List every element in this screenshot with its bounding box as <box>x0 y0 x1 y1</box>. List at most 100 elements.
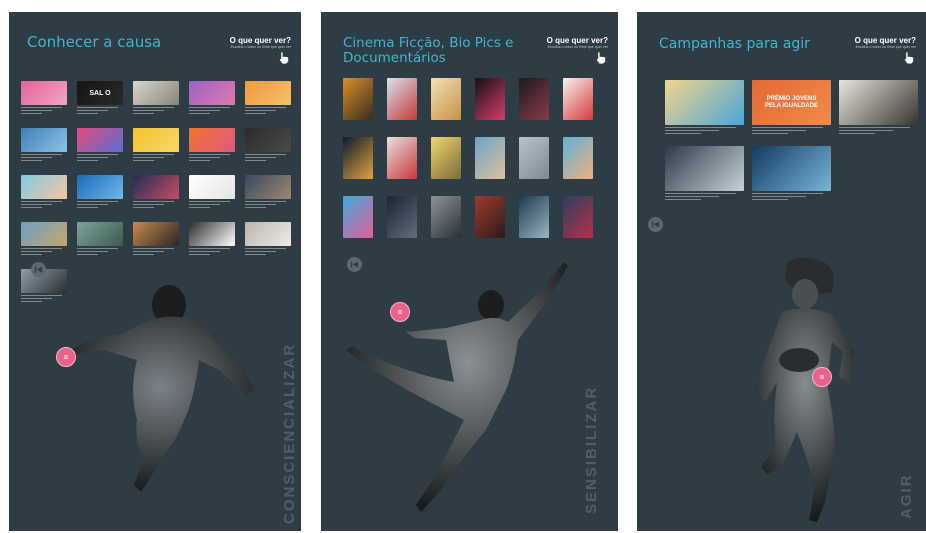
caption-line <box>752 195 806 197</box>
thumbnail[interactable] <box>519 196 549 238</box>
caption-line <box>189 206 211 208</box>
caption-line <box>665 193 737 195</box>
thumbnail[interactable] <box>563 78 593 120</box>
thumbnail[interactable] <box>387 196 417 238</box>
thumbnail[interactable] <box>133 175 179 199</box>
caption-line <box>21 300 43 302</box>
thumbnail[interactable] <box>21 175 67 199</box>
thumbnail[interactable] <box>431 196 461 238</box>
thumbnail[interactable] <box>189 175 235 199</box>
thumbnail[interactable] <box>665 80 744 125</box>
caption-line <box>77 206 99 208</box>
caption-line <box>189 248 231 250</box>
pointing-hand-icon <box>904 52 914 64</box>
caption-line <box>189 250 221 252</box>
caption-line <box>21 250 53 252</box>
caption-line <box>77 248 119 250</box>
caption-line <box>245 156 277 158</box>
thumbnail[interactable] <box>387 137 417 179</box>
equals-mark: = <box>819 372 825 382</box>
thumbnail[interactable] <box>475 137 505 179</box>
thumbnail[interactable] <box>133 81 179 105</box>
thumbnail[interactable] <box>189 222 235 246</box>
thumbnail-caption <box>245 154 291 162</box>
thumbnail-caption <box>189 248 235 256</box>
caption-line <box>189 201 231 203</box>
panel-title: Conhecer a causa <box>27 33 162 51</box>
thumbnail[interactable] <box>343 196 373 238</box>
thumbnail[interactable]: PRÉMIO JOVENS PELA IGUALDADE <box>752 80 831 125</box>
caption-line <box>21 154 63 156</box>
thumbnail[interactable] <box>133 128 179 152</box>
cta-subtitle: Escolha o vídeo ou filme que quer ver <box>547 45 608 49</box>
caption-line <box>245 154 287 156</box>
caption-line <box>839 132 876 134</box>
thumbnail[interactable] <box>77 128 123 152</box>
pointing-hand-icon <box>596 52 606 64</box>
caption-line <box>77 253 99 255</box>
cta-question: O que quer ver? <box>229 36 291 45</box>
thumbnail[interactable]: SAL O <box>77 81 123 105</box>
back-button[interactable] <box>31 262 46 277</box>
equality-badge: = <box>56 347 76 367</box>
caption-line <box>245 109 277 111</box>
thumbnail[interactable] <box>343 78 373 120</box>
what-to-watch-button[interactable]: O que quer ver? Escolha o vídeo ou filme… <box>547 36 608 65</box>
thumbnail[interactable] <box>431 78 461 120</box>
thumbnail[interactable] <box>839 80 918 125</box>
thumbnail[interactable] <box>519 137 549 179</box>
thumbnail[interactable] <box>475 78 505 120</box>
thumbnail[interactable] <box>245 81 291 105</box>
thumbnail[interactable] <box>563 196 593 238</box>
panel-cinema: Cinema Ficção, Bio Pics e Documentários … <box>321 12 618 531</box>
thumbnail[interactable] <box>21 222 67 246</box>
thumbnail-caption <box>133 107 179 115</box>
thumbnail-caption <box>133 201 179 209</box>
thumbnail-caption <box>21 154 67 162</box>
caption-line <box>21 206 43 208</box>
equals-mark: = <box>397 307 403 317</box>
caption-line <box>77 107 119 109</box>
caption-line <box>21 297 53 299</box>
thumbnail[interactable] <box>752 146 831 191</box>
thumbnail[interactable] <box>343 137 373 179</box>
thumbnail[interactable] <box>77 175 123 199</box>
thumbnail[interactable] <box>475 196 505 238</box>
thumbnail[interactable] <box>665 146 744 191</box>
thumbnail-caption <box>21 248 67 256</box>
thumbnail[interactable] <box>431 137 461 179</box>
caption-line <box>189 107 231 109</box>
thumbnail[interactable] <box>563 137 593 179</box>
back-button[interactable] <box>648 217 663 232</box>
thumbnail[interactable] <box>133 222 179 246</box>
what-to-watch-button[interactable]: O que quer ver? Escolha o vídeo ou filme… <box>230 36 291 65</box>
thumbnail[interactable] <box>21 128 67 152</box>
caption-line <box>133 109 165 111</box>
vertical-label: SENSIBILIZAR <box>583 385 600 514</box>
thumbnail[interactable] <box>21 81 67 105</box>
caption-line <box>245 253 267 255</box>
thumbnail-caption <box>839 127 918 135</box>
caption-line <box>133 112 155 114</box>
thumbnail-caption <box>189 154 235 162</box>
thumbnail[interactable] <box>189 128 235 152</box>
thumbnail[interactable] <box>519 78 549 120</box>
equality-badge: = <box>390 302 410 322</box>
caption-line <box>77 201 119 203</box>
thumbnail[interactable] <box>189 81 235 105</box>
thumbnail[interactable] <box>245 128 291 152</box>
thumbnail[interactable] <box>245 222 291 246</box>
what-to-watch-button[interactable]: O que quer ver? Escolha o vídeo ou filme… <box>855 36 916 65</box>
thumbnail[interactable] <box>245 175 291 199</box>
caption-line <box>133 206 155 208</box>
rugby-player-figure <box>755 257 855 522</box>
equals-mark: = <box>63 352 69 362</box>
thumbnail[interactable] <box>77 222 123 246</box>
vertical-label: CONSCIENCIALIZAR <box>281 342 298 524</box>
pointing-hand-icon <box>279 52 289 64</box>
caption-line <box>77 154 119 156</box>
skip-back-icon <box>651 221 660 228</box>
caption-line <box>189 112 211 114</box>
thumbnail-caption <box>665 127 744 135</box>
thumbnail[interactable] <box>387 78 417 120</box>
